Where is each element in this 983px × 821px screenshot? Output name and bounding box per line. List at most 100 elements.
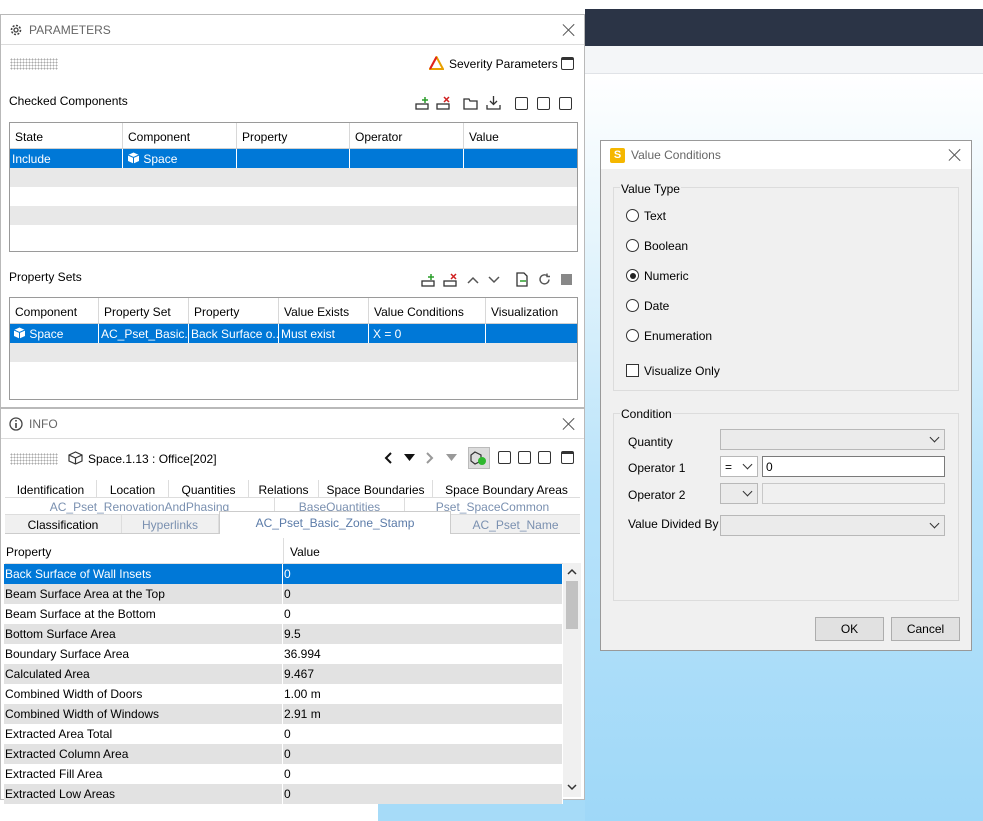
tab-space-boundaries[interactable]: Space Boundaries: [319, 480, 433, 498]
severity-parameters-label[interactable]: Severity Parameters: [449, 57, 558, 71]
window-icon[interactable]: [561, 57, 574, 70]
table-row[interactable]: Combined Width of Doors 1.00 m: [4, 684, 563, 704]
dropdown-icon[interactable]: [404, 454, 415, 461]
operator1-select[interactable]: =: [720, 456, 758, 477]
visualize-only-checkbox[interactable]: [626, 364, 639, 377]
close-icon[interactable]: [948, 148, 962, 162]
table-row[interactable]: Boundary Surface Area 36.994: [4, 644, 563, 664]
table-row[interactable]: Include Space: [10, 149, 577, 168]
drag-handle-icon[interactable]: [10, 58, 58, 70]
move-down-icon[interactable]: [488, 276, 500, 284]
column-header[interactable]: Property: [237, 123, 350, 148]
window-icon[interactable]: [561, 451, 574, 464]
refresh-icon[interactable]: [538, 273, 551, 286]
export-icon[interactable]: [515, 272, 529, 287]
component-cell[interactable]: Space: [10, 324, 99, 343]
highlight-toggle-button[interactable]: [468, 447, 490, 469]
value-divided-by-select[interactable]: [720, 515, 945, 536]
scroll-down-icon[interactable]: [567, 784, 577, 791]
table-row[interactable]: Beam Surface Area at the Top 0: [4, 584, 563, 604]
open-folder-icon[interactable]: [463, 96, 479, 110]
table-row[interactable]: Back Surface of Wall Insets 0: [4, 564, 563, 584]
property-set-cell[interactable]: AC_Pset_Basic...: [99, 324, 189, 343]
operator-cell[interactable]: [350, 149, 464, 168]
table-row[interactable]: Beam Surface at the Bottom 0: [4, 604, 563, 624]
visualize-only-label[interactable]: Visualize Only: [644, 364, 720, 378]
radio-text[interactable]: [626, 209, 639, 222]
state-cell[interactable]: Include: [10, 149, 123, 168]
table-row[interactable]: Combined Width of Windows 2.91 m: [4, 704, 563, 724]
move-up-icon[interactable]: [467, 276, 479, 284]
table-row[interactable]: Extracted Area Total 0: [4, 724, 563, 744]
tab-hyperlinks[interactable]: Hyperlinks: [122, 515, 219, 533]
tab-ac-pset-name[interactable]: AC_Pset_Name: [451, 515, 580, 533]
remove-row-icon[interactable]: [436, 96, 451, 110]
operator2-value-input[interactable]: [762, 483, 945, 504]
column-header[interactable]: Operator: [350, 123, 464, 148]
next-icon[interactable]: [425, 452, 434, 464]
column-header[interactable]: Component: [123, 123, 237, 148]
drag-handle-icon[interactable]: [10, 453, 58, 465]
add-row-icon[interactable]: [421, 273, 436, 287]
column-header[interactable]: Property: [189, 298, 279, 323]
column-header[interactable]: Property Set: [99, 298, 189, 323]
value-conditions-cell[interactable]: X = 0: [369, 324, 486, 343]
table-row[interactable]: Extracted Fill Area 0: [4, 764, 563, 784]
add-item-icon[interactable]: [515, 97, 528, 110]
close-icon[interactable]: [562, 417, 576, 431]
scrollbar-thumb[interactable]: [566, 581, 578, 629]
radio-numeric[interactable]: [626, 269, 639, 282]
column-header[interactable]: Value: [464, 123, 577, 148]
previous-icon[interactable]: [384, 452, 393, 464]
radio-boolean[interactable]: [626, 239, 639, 252]
radio-boolean-label[interactable]: Boolean: [644, 239, 688, 253]
tab-classification[interactable]: Classification: [5, 515, 122, 533]
close-icon[interactable]: [562, 23, 576, 37]
property-cell[interactable]: [237, 149, 350, 168]
radio-numeric-label[interactable]: Numeric: [644, 269, 689, 283]
table-row[interactable]: Bottom Surface Area 9.5: [4, 624, 563, 644]
cancel-button[interactable]: Cancel: [891, 617, 960, 641]
collapse-icon[interactable]: [518, 451, 531, 464]
operator1-value-input[interactable]: 0: [762, 456, 945, 477]
history-dropdown-icon[interactable]: [446, 454, 457, 461]
scroll-up-icon[interactable]: [567, 568, 577, 575]
tab-relations[interactable]: Relations: [249, 480, 319, 498]
expand-icon[interactable]: [559, 97, 572, 110]
tab-quantities[interactable]: Quantities: [169, 480, 249, 498]
value-cell[interactable]: [464, 149, 577, 168]
ok-button[interactable]: OK: [815, 617, 884, 641]
visualization-cell[interactable]: [486, 324, 577, 343]
component-cell[interactable]: Space: [123, 149, 237, 168]
stamp-icon[interactable]: [559, 272, 574, 287]
operator2-select[interactable]: [720, 483, 758, 504]
remove-row-icon[interactable]: [443, 273, 458, 287]
download-icon[interactable]: [486, 95, 501, 110]
radio-date[interactable]: [626, 299, 639, 312]
quantity-select[interactable]: [720, 429, 945, 450]
radio-enumeration[interactable]: [626, 329, 639, 342]
property-cell[interactable]: Back Surface o...: [189, 324, 279, 343]
column-header[interactable]: Value Conditions: [369, 298, 486, 323]
property-column-header[interactable]: Property: [5, 538, 284, 563]
radio-text-label[interactable]: Text: [644, 209, 666, 223]
value-column-header[interactable]: Value: [284, 538, 564, 563]
column-header[interactable]: Component: [10, 298, 99, 323]
table-row[interactable]: Extracted Column Area 0: [4, 744, 563, 764]
tab-ac-pset-basic-zone-stamp[interactable]: AC_Pset_Basic_Zone_Stamp: [219, 511, 451, 534]
table-row[interactable]: Calculated Area 9.467: [4, 664, 563, 684]
tab-identification[interactable]: Identification: [5, 480, 97, 498]
tab-space-boundary-areas[interactable]: Space Boundary Areas: [433, 480, 580, 498]
table-row[interactable]: Extracted Low Areas 0: [4, 784, 563, 804]
column-header[interactable]: Visualization: [486, 298, 577, 323]
add-item-icon[interactable]: [498, 451, 511, 464]
collapse-icon[interactable]: [537, 97, 550, 110]
vertical-scrollbar[interactable]: [563, 563, 581, 797]
table-row[interactable]: Space AC_Pset_Basic... Back Surface o...…: [10, 324, 577, 343]
radio-enumeration-label[interactable]: Enumeration: [644, 329, 712, 343]
column-header[interactable]: Value Exists: [279, 298, 369, 323]
tab-location[interactable]: Location: [97, 480, 169, 498]
radio-date-label[interactable]: Date: [644, 299, 669, 313]
column-header[interactable]: State: [10, 123, 123, 148]
value-exists-cell[interactable]: Must exist: [279, 324, 369, 343]
